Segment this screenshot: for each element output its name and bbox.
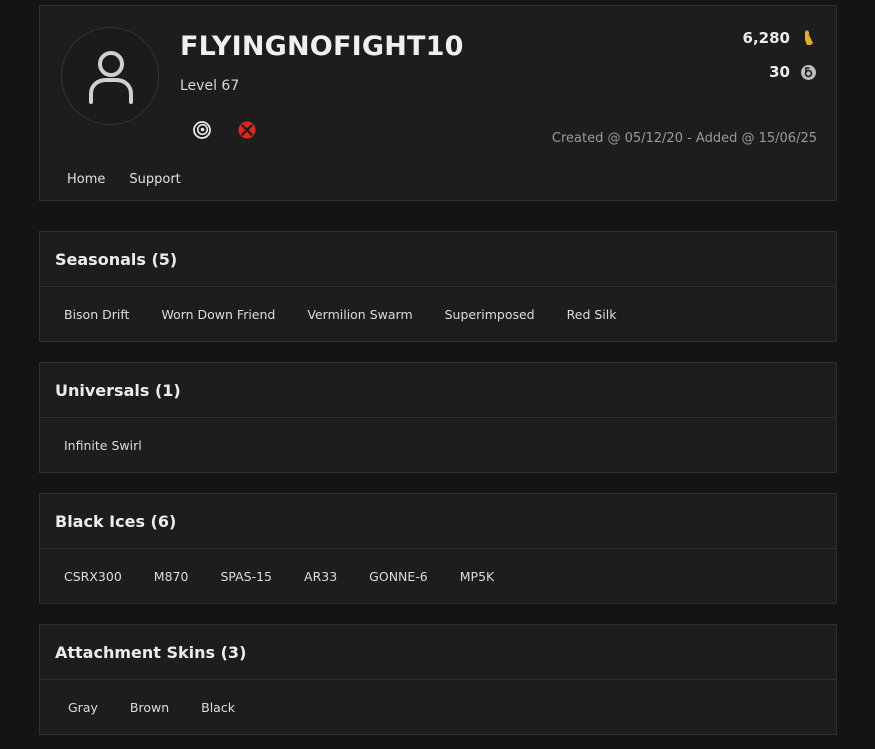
universals-section: Universals (1) Infinite Swirl [39,362,837,473]
credits-icon [800,30,817,47]
black-ices-section: Black Ices (6) CSRX300 M870 SPAS-15 AR33… [39,493,837,604]
skin-item[interactable]: AR33 [304,569,337,584]
skin-item[interactable]: Infinite Swirl [64,438,142,453]
section-items: Gray Brown Black [40,680,836,734]
avatar [61,27,159,125]
renown-stat: 30 [769,63,817,81]
xbox-icon[interactable] [238,121,256,139]
renown-icon [800,64,817,81]
seasonals-section: Seasonals (5) Bison Drift Worn Down Frie… [39,231,837,342]
nav-home-link[interactable]: Home [67,172,105,187]
credits-value: 6,280 [742,29,790,47]
section-title: Attachment Skins (3) [40,625,836,680]
skin-item[interactable]: Bison Drift [64,307,129,322]
player-level: Level 67 [180,78,240,94]
skin-item[interactable]: Superimposed [445,307,535,322]
attachment-skins-section: Attachment Skins (3) Gray Brown Black [39,624,837,735]
skin-item[interactable]: Worn Down Friend [161,307,275,322]
section-items: Bison Drift Worn Down Friend Vermilion S… [40,287,836,341]
profile-card: FLYINGNOFIGHT10 Level 67 6,280 30 Create… [39,5,837,201]
skin-item[interactable]: MP5K [460,569,494,584]
ubisoft-icon[interactable] [193,121,211,139]
skin-item[interactable]: CSRX300 [64,569,122,584]
skin-item[interactable]: M870 [154,569,189,584]
section-items: CSRX300 M870 SPAS-15 AR33 GONNE-6 MP5K [40,549,836,603]
skin-item[interactable]: Red Silk [567,307,617,322]
username: FLYINGNOFIGHT10 [180,31,464,62]
credits-stat: 6,280 [743,29,817,47]
skin-item[interactable]: Gray [68,700,98,715]
skin-item[interactable]: Black [201,700,235,715]
skin-item[interactable]: GONNE-6 [369,569,428,584]
skin-item[interactable]: SPAS-15 [220,569,272,584]
skin-item[interactable]: Vermilion Swarm [307,307,412,322]
section-title: Universals (1) [40,363,836,418]
renown-value: 30 [769,63,790,81]
user-icon [89,51,133,104]
section-items: Infinite Swirl [40,418,836,472]
profile-nav: Home Support [67,172,181,187]
section-title: Seasonals (5) [40,232,836,287]
skin-item[interactable]: Brown [130,700,169,715]
created-added-dates: Created @ 05/12/20 - Added @ 15/06/25 [551,131,817,146]
section-title: Black Ices (6) [40,494,836,549]
nav-support-link[interactable]: Support [129,172,180,187]
